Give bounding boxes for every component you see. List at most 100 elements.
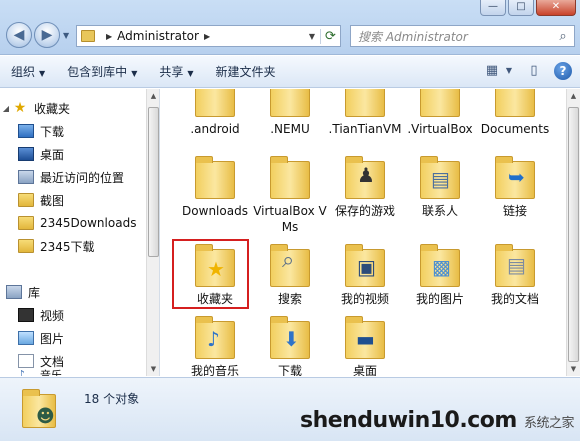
link-arrow-icon: ➥ bbox=[508, 165, 525, 189]
sidebar-item-2345-download[interactable]: 2345下载 bbox=[18, 235, 159, 257]
library-icon bbox=[6, 285, 22, 299]
folder-item[interactable]: ▣ 我的视频 bbox=[327, 243, 403, 307]
scrollbar-thumb[interactable] bbox=[148, 107, 159, 257]
sidebar-item-music[interactable]: ♪ 音乐 bbox=[18, 369, 159, 376]
folder-icon bbox=[18, 239, 34, 253]
help-icon[interactable]: ? bbox=[554, 62, 572, 80]
contact-card-icon: ▤ bbox=[431, 167, 450, 191]
chess-piece-icon: ♟ bbox=[357, 163, 375, 187]
sidebar-item-2345downloads[interactable]: 2345Downloads bbox=[18, 212, 159, 234]
folder-item[interactable]: ▩ 我的图片 bbox=[402, 243, 478, 307]
navigation-buttons: ◀ ▶ ▼ bbox=[6, 22, 69, 48]
folder-item[interactable]: ▤ 联系人 bbox=[402, 155, 478, 219]
back-arrow-icon: ◀ bbox=[13, 27, 25, 43]
item-count: 18 个对象 bbox=[84, 392, 140, 406]
folder-item[interactable]: Downloads bbox=[177, 155, 253, 219]
desktop-icon bbox=[18, 147, 34, 161]
back-button[interactable]: ◀ bbox=[6, 22, 32, 48]
new-folder-button[interactable]: 新建文件夹 bbox=[205, 63, 287, 80]
content-scrollbar[interactable]: ▲ ▼ bbox=[566, 89, 580, 376]
maximize-button[interactable]: □ bbox=[508, 0, 534, 16]
music-note-icon: ♪ bbox=[207, 327, 220, 351]
download-arrow-icon: ⬇ bbox=[283, 327, 300, 351]
site-watermark: shenduwin10.com 系统之家 bbox=[299, 408, 575, 433]
folder-icon bbox=[195, 89, 235, 117]
folder-item[interactable]: .android bbox=[177, 89, 253, 137]
film-strip-icon: ▣ bbox=[357, 255, 376, 279]
file-list: .android .NEMU .TianTianVM .VirtualBox D… bbox=[161, 89, 580, 376]
folder-item[interactable]: .NEMU bbox=[252, 89, 328, 137]
forward-button[interactable]: ▶ bbox=[34, 22, 60, 48]
breadcrumb-chevron-icon[interactable]: ▶ bbox=[204, 32, 210, 41]
details-pane: ☻ 18 个对象 shenduwin10.com 系统之家 bbox=[0, 377, 580, 441]
picture-icon: ▩ bbox=[432, 255, 451, 279]
scroll-up-icon[interactable]: ▲ bbox=[147, 89, 159, 103]
breadcrumb-administrator[interactable]: Administrator bbox=[117, 29, 199, 43]
scroll-up-icon[interactable]: ▲ bbox=[567, 89, 580, 103]
document-library-icon bbox=[18, 354, 34, 368]
folder-icon bbox=[18, 193, 34, 207]
folder-icon bbox=[420, 89, 460, 117]
folder-item[interactable]: ⌕ 搜索 bbox=[252, 243, 328, 307]
command-bar: 组织 ▼ 包含到库中 ▼ 共享 ▼ 新建文件夹 ▦ ▼ ▯ ? bbox=[0, 56, 580, 88]
folder-icon bbox=[81, 30, 95, 42]
user-folder-icon: ☻ bbox=[22, 388, 60, 430]
chevron-down-icon: ▼ bbox=[131, 69, 138, 78]
preview-pane-icon[interactable]: ▯ bbox=[524, 62, 544, 80]
sidebar-item-pictures[interactable]: 图片 bbox=[18, 327, 159, 349]
downloads-folder-icon bbox=[18, 124, 34, 138]
share-button[interactable]: 共享 ▼ bbox=[148, 63, 204, 80]
sidebar-item-recent-places[interactable]: 最近访问的位置 bbox=[18, 166, 159, 188]
folder-icon bbox=[495, 89, 535, 117]
folder-item[interactable]: ♪ 我的音乐 bbox=[177, 315, 253, 376]
sidebar-scrollbar[interactable]: ▲ ▼ bbox=[146, 89, 159, 376]
folder-item[interactable]: VirtualBox VMs bbox=[252, 155, 328, 235]
search-icon[interactable]: ⌕ bbox=[552, 29, 574, 44]
view-tools: ▦ ▼ ▯ ? bbox=[482, 62, 572, 80]
include-in-library-button[interactable]: 包含到库中 ▼ bbox=[56, 63, 148, 80]
address-history-dropdown-icon[interactable]: ▼ bbox=[304, 32, 320, 41]
scroll-down-icon[interactable]: ▼ bbox=[567, 362, 580, 376]
sidebar-item-videos[interactable]: 视频 bbox=[18, 304, 159, 326]
search-input[interactable]: 搜索 Administrator ⌕ bbox=[350, 25, 575, 47]
collapse-caret-icon[interactable]: ◢ bbox=[0, 104, 12, 113]
organize-menu-button[interactable]: 组织 ▼ bbox=[0, 63, 56, 80]
sidebar-item-desktop[interactable]: 桌面 bbox=[18, 143, 159, 165]
recent-places-icon bbox=[18, 170, 34, 184]
folder-item[interactable]: ⬇ 下载 bbox=[252, 315, 328, 376]
scroll-down-icon[interactable]: ▼ bbox=[147, 362, 159, 376]
view-dropdown-icon[interactable]: ▼ bbox=[504, 62, 514, 80]
refresh-icon[interactable]: ⟳ bbox=[320, 28, 340, 44]
folder-icon bbox=[18, 216, 34, 230]
folder-icon bbox=[270, 156, 310, 199]
folder-icon bbox=[195, 156, 235, 199]
search-placeholder: 搜索 Administrator bbox=[358, 29, 468, 44]
folder-item[interactable]: .VirtualBox bbox=[402, 89, 478, 137]
picture-library-icon bbox=[18, 331, 34, 345]
sidebar-item-downloads[interactable]: 下载 bbox=[18, 120, 159, 142]
address-bar[interactable]: ▶ Administrator ▶ ▼ ⟳ bbox=[76, 25, 341, 47]
folder-icon bbox=[345, 89, 385, 117]
folder-item[interactable]: ➥ 链接 bbox=[477, 155, 553, 219]
close-button[interactable]: ✕ bbox=[536, 0, 576, 16]
sidebar-favorites[interactable]: ◢ ★ 收藏夹 bbox=[0, 97, 147, 119]
folder-item[interactable]: ♟ 保存的游戏 bbox=[327, 155, 403, 219]
monitor-icon: ▬ bbox=[356, 327, 375, 351]
folder-item[interactable]: Documents bbox=[477, 89, 553, 137]
folder-item[interactable]: ▬ 桌面 bbox=[327, 315, 403, 376]
chevron-down-icon: ▼ bbox=[187, 69, 194, 78]
change-view-icon[interactable]: ▦ bbox=[482, 62, 502, 80]
folder-icon bbox=[270, 89, 310, 117]
minimize-button[interactable]: — bbox=[480, 0, 506, 16]
folder-item-favorites[interactable]: ★ 收藏夹 bbox=[177, 243, 253, 307]
title-address-bar: — □ ✕ ◀ ▶ ▼ ▶ Administrator ▶ ▼ ⟳ 搜索 Adm… bbox=[0, 0, 580, 55]
magnifier-icon: ⌕ bbox=[282, 248, 295, 273]
navigation-pane: ◢ ★ 收藏夹 下载 桌面 最近访问的位置 截图 2345Downloads 2… bbox=[0, 89, 160, 376]
breadcrumb-chevron-icon[interactable]: ▶ bbox=[106, 32, 112, 41]
sidebar-libraries[interactable]: 库 bbox=[6, 281, 153, 303]
folder-item[interactable]: ▤ 我的文档 bbox=[477, 243, 553, 307]
recent-pages-dropdown-icon[interactable]: ▼ bbox=[63, 31, 69, 40]
folder-item[interactable]: .TianTianVM bbox=[327, 89, 403, 137]
scrollbar-thumb[interactable] bbox=[568, 107, 579, 362]
sidebar-item-screenshots[interactable]: 截图 bbox=[18, 189, 159, 211]
